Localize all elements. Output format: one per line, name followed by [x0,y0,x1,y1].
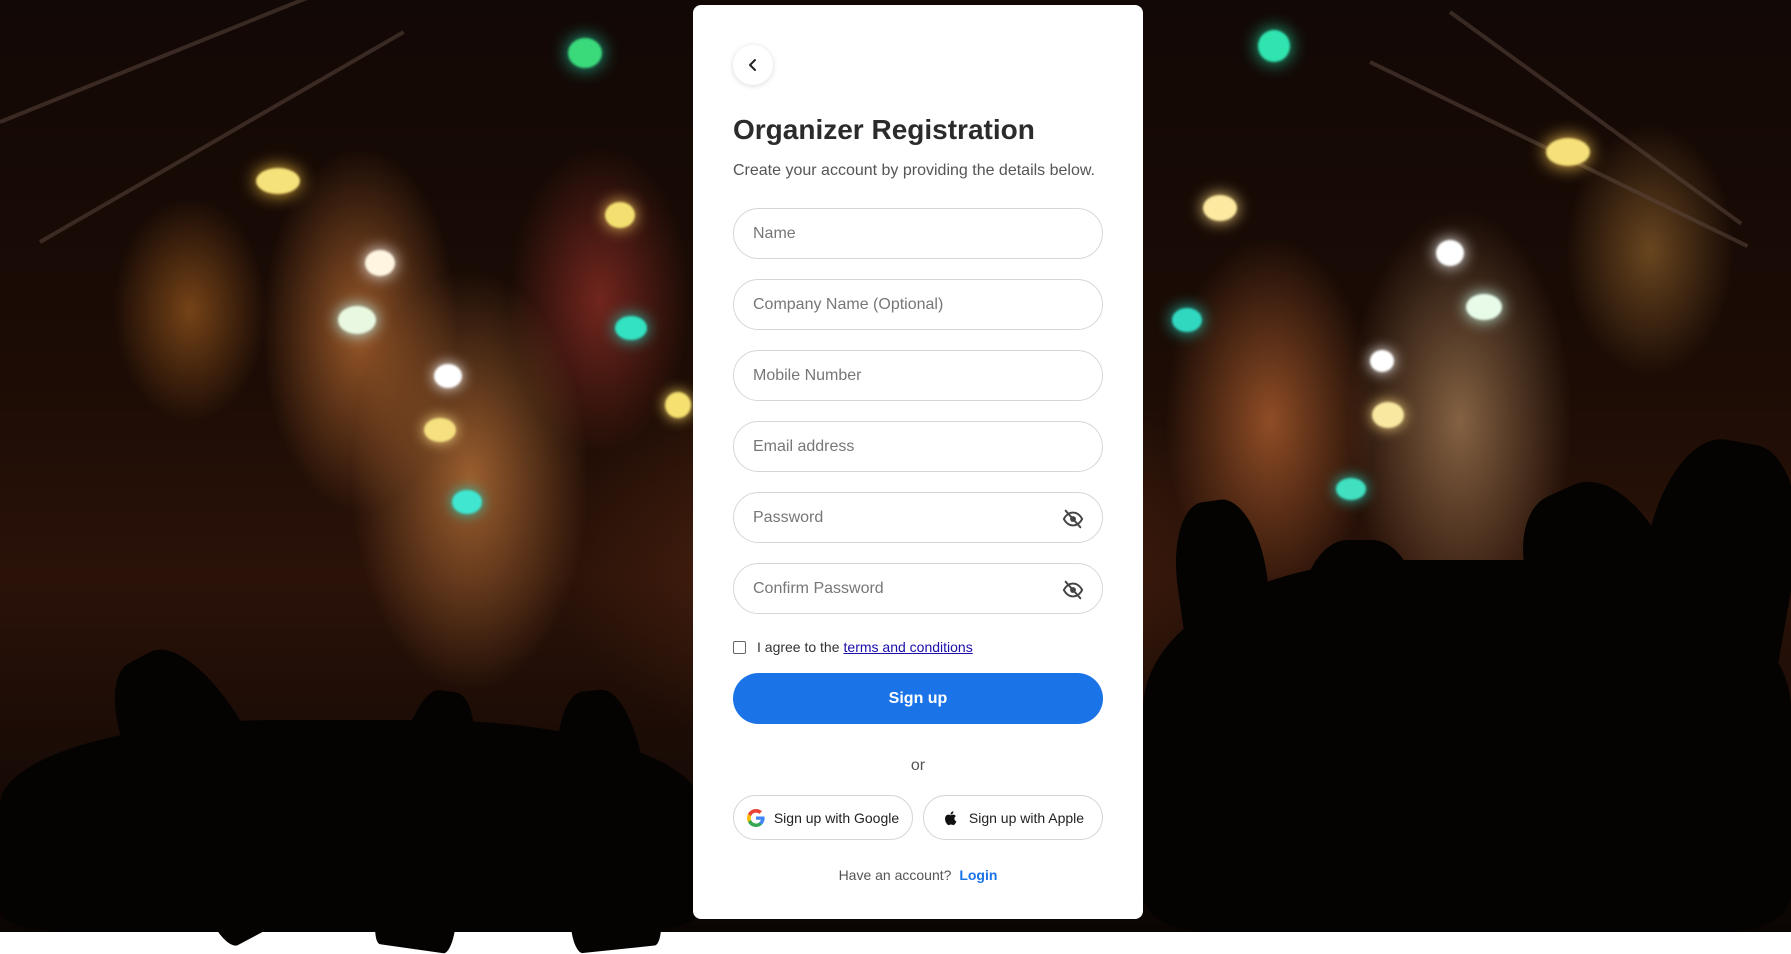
chevron-left-icon [749,59,756,71]
terms-prefix-text: I agree to the [757,639,840,655]
confirm-password-field [733,563,1103,614]
stage-light [338,306,376,334]
registration-card: Organizer Registration Create your accou… [693,5,1143,919]
stage-light [615,316,647,340]
stage-light [452,490,482,514]
email-input[interactable] [734,422,1102,471]
stage-light [365,250,395,276]
terms-checkbox[interactable] [733,640,746,654]
password-input[interactable] [734,493,1102,542]
eye-off-icon[interactable] [1062,508,1084,530]
login-prompt-text: Have an account? [838,867,952,883]
sign-up-button[interactable]: Sign up [733,673,1103,724]
apple-button-label: Sign up with Apple [968,809,1085,826]
name-field [733,208,1103,259]
stage-light [1203,195,1237,221]
google-sign-up-button[interactable]: Sign up with Google [733,795,913,840]
crowd-silhouette [1300,540,1420,740]
company-name-field [733,279,1103,330]
apple-icon [942,809,960,827]
stage-truss [0,0,391,124]
mobile-number-input[interactable] [734,351,1102,400]
terms-link[interactable]: terms and conditions [844,639,973,655]
stage-light [256,168,300,194]
or-divider: or [910,757,926,774]
name-input[interactable] [734,209,1102,258]
stage-light [1370,350,1394,372]
stage-light [665,392,691,418]
apple-sign-up-button[interactable]: Sign up with Apple [923,795,1103,840]
stage-light [568,38,602,68]
login-link[interactable]: Login [959,867,997,883]
password-field [733,492,1103,543]
eye-off-icon[interactable] [1062,579,1084,601]
email-field [733,421,1103,472]
stage-light [1436,240,1464,266]
google-icon [746,808,765,827]
stage-light [434,364,462,388]
crowd-silhouette [1615,429,1791,751]
stage-light [1172,308,1202,332]
back-button[interactable] [733,45,773,85]
stage-light [424,418,456,442]
terms-row: I agree to the terms and conditions [733,639,973,655]
stage-truss [1448,10,1743,226]
login-prompt: Have an account? Login [693,867,1143,883]
company-name-input[interactable] [734,280,1102,329]
stage-truss [39,30,405,244]
stage-light [605,202,635,228]
stage-light [1336,478,1366,500]
mobile-number-field [733,350,1103,401]
stage-light [1258,30,1290,62]
stage-light [1466,294,1502,320]
google-button-label: Sign up with Google [773,809,900,826]
stage-light [1546,138,1590,166]
stage-light [1372,402,1404,428]
page-subtitle: Create your account by providing the det… [733,162,1095,179]
page-title: Organizer Registration [733,114,1035,145]
confirm-password-input[interactable] [734,564,1102,613]
